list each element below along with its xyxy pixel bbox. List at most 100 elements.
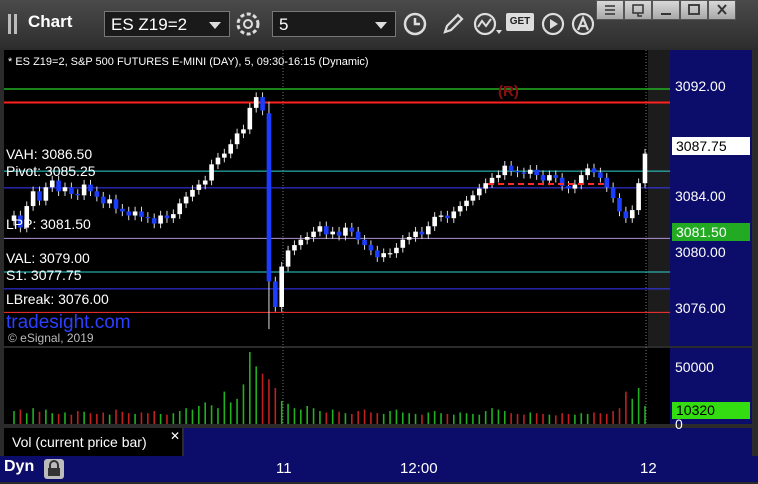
candle-up [438,215,444,217]
candle-down [419,231,425,235]
interval-select[interactable]: 5 [272,11,396,37]
r-annotation: (R) [498,83,519,100]
candle-up [381,253,386,258]
candle-up [547,175,552,181]
candle-up [215,157,221,165]
candle-down [69,187,74,194]
lpp-price-text: 3081.50 [676,224,727,240]
candle-down [617,198,622,212]
volume-current-text: 10320 [676,402,715,418]
candle-up [636,183,641,211]
candle-down [604,177,610,188]
volume-label-strip [184,428,670,456]
level-label: VAH: 3086.50 [6,146,92,162]
indicator-icon[interactable] [472,11,502,37]
candle-up [311,231,316,238]
candle-up [572,184,578,189]
drag-grip-icon[interactable] [8,14,20,34]
candle-up [107,199,112,204]
gear-icon[interactable] [235,11,261,37]
level-label: VAL: 3079.00 [6,250,90,266]
candle-down [75,193,81,196]
candle-down [623,211,629,219]
right-margin-shade [648,50,670,346]
price-tick: 3076.00 [675,300,726,316]
candle-up [247,107,253,130]
candle-down [260,97,265,111]
candle-up [585,168,590,176]
window-title: Chart [28,12,73,31]
clock-icon[interactable] [402,11,428,37]
candle-up [317,226,323,232]
candle-up [502,165,508,176]
get-button[interactable]: GET [506,13,534,31]
candle-up [177,203,183,215]
minimize-button[interactable] [652,0,680,20]
candle-down [164,215,170,219]
time-tick: 12 [640,460,657,477]
time-axis[interactable]: Dyn 11 12:00 12 [0,456,758,482]
candle-down [553,175,559,178]
candle-up [183,196,189,204]
window-toolbar: Chart ES Z19=2 5 GET [0,0,758,49]
candle-up [49,180,55,188]
candle-up [292,245,297,251]
candle-up [228,144,234,154]
link-button[interactable] [624,0,652,20]
candle-up [425,226,431,235]
menu-button[interactable] [596,0,624,20]
volume-panel-close-icon[interactable]: ✕ [170,429,180,443]
candle-up [81,184,87,196]
candle-up [496,175,501,178]
close-button[interactable] [708,0,736,20]
candle-down [151,218,157,224]
candle-up [413,231,418,238]
price-tick: 3092.00 [675,78,726,94]
symbol-value: ES Z19=2 [111,15,188,34]
candle-up [202,180,208,185]
level-label: LBreak: 3076.00 [6,291,109,307]
candle-down [113,199,119,209]
candle-down [145,216,151,219]
play-icon[interactable] [540,11,566,37]
maximize-button[interactable] [680,0,708,20]
time-tick: 12:00 [400,460,438,477]
volume-panel-label: Vol (current price bar) [12,434,147,450]
pencil-icon[interactable] [440,11,466,37]
chevron-down-icon [375,22,387,29]
candle-up [489,177,495,184]
candle-down [375,250,380,258]
level-label: Pivot: 3085.25 [6,163,96,179]
candle-up [253,97,259,108]
candle-up [470,195,476,201]
symbol-select[interactable]: ES Z19=2 [104,11,230,37]
lock-button[interactable] [44,459,64,479]
candle-down [126,211,132,216]
candle-up [451,211,457,219]
candle-down [349,227,355,232]
candle-down [324,226,329,235]
volume-tick: 50000 [675,359,714,375]
candle-down [56,180,61,192]
candle-down [445,215,450,219]
candle-up [432,216,437,227]
candle-up [483,183,488,189]
candle-up [132,211,138,216]
chart-header: * ES Z19=2, S&P 500 FUTURES E-MINI (DAY)… [8,56,369,68]
candle-down [139,211,144,217]
candle-down [362,239,367,246]
candle-up [285,250,291,267]
candle-up [629,210,635,219]
candle-up [171,214,176,219]
candle-down [540,175,546,181]
candle-up [43,187,49,201]
candle-up [234,133,240,145]
chart[interactable]: * ES Z19=2, S&P 500 FUTURES E-MINI (DAY)… [0,48,758,456]
copyright: © eSignal, 2019 [8,331,94,345]
candle-up [222,153,227,158]
alert-icon[interactable] [570,11,596,37]
candle-up [298,239,304,246]
candle-down [591,168,597,173]
candle-up [241,129,246,134]
candle-up [196,184,202,190]
